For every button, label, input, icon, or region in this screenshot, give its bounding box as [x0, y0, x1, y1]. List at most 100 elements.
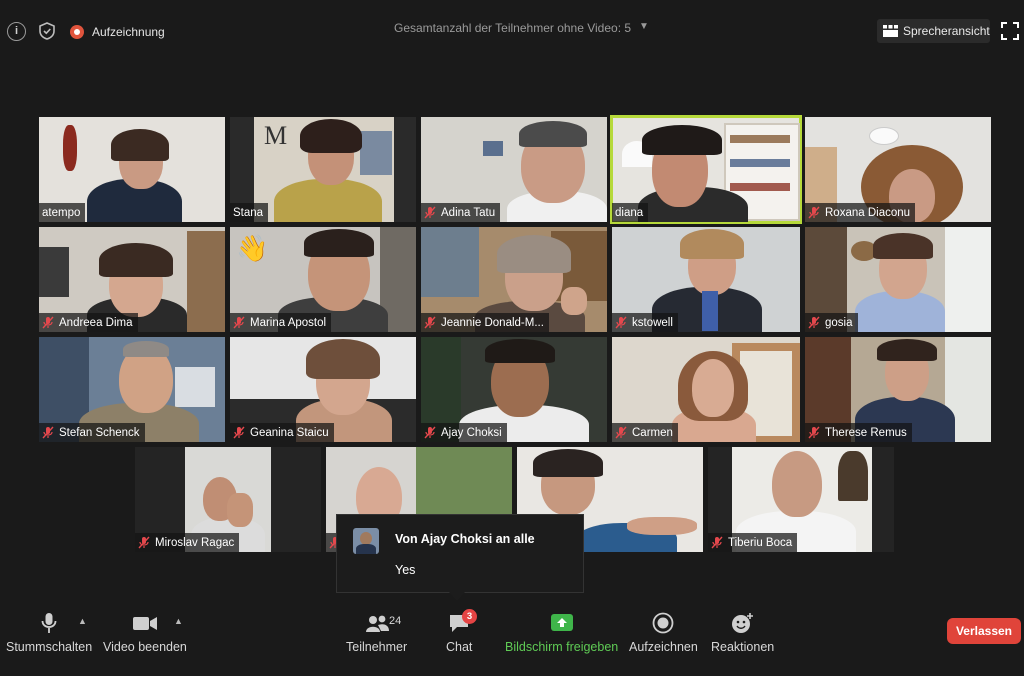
- participant-name-plate: diana: [612, 203, 649, 222]
- participant-name-plate: Tiberiu Boca: [708, 533, 798, 552]
- video-tile[interactable]: Ajay Choksi: [421, 337, 607, 442]
- chevron-down-icon[interactable]: ▼: [639, 21, 649, 32]
- chat-sender: Von Ajay Choksi an alle: [395, 532, 535, 546]
- participant-name-plate: atempo: [39, 203, 86, 222]
- participant-name: Stefan Schenck: [59, 426, 140, 439]
- video-tile[interactable]: Geanina Staicu: [230, 337, 416, 442]
- share-screen-label: Bildschirm freigeben: [505, 640, 619, 654]
- participant-name: atempo: [42, 206, 81, 219]
- video-tile[interactable]: Roxana Diaconu: [805, 117, 991, 222]
- recording-label[interactable]: Aufzeichnung: [92, 25, 165, 39]
- participant-name: Stana: [233, 206, 264, 219]
- meeting-title[interactable]: Gesamtanzahl der Teilnehmer ohne Video: …: [394, 21, 631, 35]
- chat-message: Yes: [395, 563, 416, 577]
- microphone-icon: [41, 613, 57, 633]
- participant-name: Marina Apostol: [250, 316, 327, 329]
- speaker-view-label: Sprecheransicht: [903, 24, 990, 38]
- record-button[interactable]: Aufzeichnen: [629, 612, 698, 654]
- microphone-muted-icon: [808, 426, 820, 439]
- participant-name: Tiberiu Boca: [728, 536, 793, 549]
- participant-name: Therese Remus: [825, 426, 907, 439]
- participant-name-plate: Adina Tatu: [421, 203, 501, 222]
- microphone-muted-icon: [42, 316, 54, 329]
- mute-label: Stummschalten: [6, 640, 93, 654]
- participant-name-plate: Carmen: [612, 423, 678, 442]
- participant-name: Jeannie Donald-M...: [441, 316, 544, 329]
- avatar: [353, 528, 379, 554]
- participant-name-plate: Miroslav Ragac: [135, 533, 240, 552]
- microphone-muted-icon: [808, 316, 820, 329]
- microphone-muted-icon: [808, 206, 820, 219]
- video-camera-icon: [132, 617, 157, 630]
- participant-name: Geanina Staicu: [250, 426, 329, 439]
- microphone-muted-icon: [711, 536, 723, 549]
- chat-unread-badge: 3: [462, 609, 477, 624]
- participant-name-plate: kstowell: [612, 313, 678, 332]
- video-tile[interactable]: gosia: [805, 227, 991, 332]
- video-tile[interactable]: kstowell: [612, 227, 800, 332]
- participant-name: Andreea Dima: [59, 316, 133, 329]
- fullscreen-icon[interactable]: [1001, 22, 1019, 40]
- microphone-muted-icon: [424, 206, 436, 219]
- participant-name-plate: gosia: [805, 313, 858, 332]
- video-tile[interactable]: M Stana: [230, 117, 416, 222]
- chevron-up-icon[interactable]: ▲: [78, 616, 87, 626]
- record-label: Aufzeichnen: [629, 640, 698, 654]
- microphone-muted-icon: [138, 536, 150, 549]
- info-icon[interactable]: i: [7, 22, 26, 41]
- participants-label: Teilnehmer: [346, 640, 408, 654]
- participant-name-plate: Marina Apostol: [230, 313, 332, 332]
- participants-icon: [366, 615, 389, 632]
- participant-name-plate: Stana: [230, 203, 269, 222]
- smiley-add-icon: [731, 613, 753, 633]
- grid-view-icon: [883, 25, 898, 37]
- participant-name-plate: Roxana Diaconu: [805, 203, 916, 222]
- chat-notification-popup[interactable]: Von Ajay Choksi an alle Yes: [336, 514, 584, 601]
- video-tile[interactable]: Miroslav Ragac: [135, 447, 321, 552]
- top-bar: i Aufzeichnung Gesamtanzahl der Teilnehm…: [0, 0, 1024, 60]
- record-icon: [653, 612, 674, 634]
- participant-name: Ajay Choksi: [441, 426, 502, 439]
- microphone-muted-icon: [615, 426, 627, 439]
- share-screen-icon: [550, 614, 573, 631]
- participant-name: Miroslav Ragac: [155, 536, 235, 549]
- video-tile[interactable]: 👋 Marina Apostol: [230, 227, 416, 332]
- video-tile[interactable]: Adina Tatu: [421, 117, 607, 222]
- video-tile[interactable]: Stefan Schenck: [39, 337, 225, 442]
- shield-icon[interactable]: [37, 21, 57, 41]
- participant-name-plate: Jeannie Donald-M...: [421, 313, 549, 332]
- participant-name-plate: Geanina Staicu: [230, 423, 334, 442]
- video-tile[interactable]: Jeannie Donald-M...: [421, 227, 607, 332]
- share-screen-button[interactable]: Bildschirm freigeben: [505, 612, 618, 654]
- participant-name: Carmen: [632, 426, 673, 439]
- microphone-muted-icon: [424, 316, 436, 329]
- participants-count: 24: [389, 615, 402, 627]
- microphone-muted-icon: [424, 426, 436, 439]
- video-tile[interactable]: Therese Remus: [805, 337, 991, 442]
- leave-meeting-button[interactable]: Verlassen: [947, 618, 1021, 644]
- stop-video-label: Video beenden: [103, 640, 187, 654]
- speaker-view-button[interactable]: Sprecheransicht: [877, 19, 990, 43]
- chevron-up-icon[interactable]: ▲: [174, 616, 183, 626]
- participant-name: Roxana Diaconu: [825, 206, 911, 219]
- video-tile[interactable]: atempo: [39, 117, 225, 222]
- participant-name-plate: Stefan Schenck: [39, 423, 145, 442]
- video-tile[interactable]: Tiberiu Boca: [708, 447, 894, 552]
- reactions-label: Reaktionen: [711, 640, 775, 654]
- participant-name: Adina Tatu: [441, 206, 496, 219]
- microphone-muted-icon: [233, 426, 245, 439]
- participant-name: gosia: [825, 316, 853, 329]
- participant-name-plate: Therese Remus: [805, 423, 912, 442]
- microphone-muted-icon: [615, 316, 627, 329]
- participant-name-plate: Andreea Dima: [39, 313, 138, 332]
- video-tile-active-speaker[interactable]: diana: [610, 115, 802, 224]
- microphone-muted-icon: [42, 426, 54, 439]
- video-tile[interactable]: Carmen: [612, 337, 800, 442]
- microphone-muted-icon: [233, 316, 245, 329]
- video-tile[interactable]: Andreea Dima: [39, 227, 225, 332]
- reactions-button[interactable]: Reaktionen: [711, 612, 774, 654]
- participant-name-plate: Ajay Choksi: [421, 423, 507, 442]
- chat-label: Chat: [446, 640, 473, 654]
- recording-icon: [70, 25, 84, 39]
- participant-name: diana: [615, 206, 644, 219]
